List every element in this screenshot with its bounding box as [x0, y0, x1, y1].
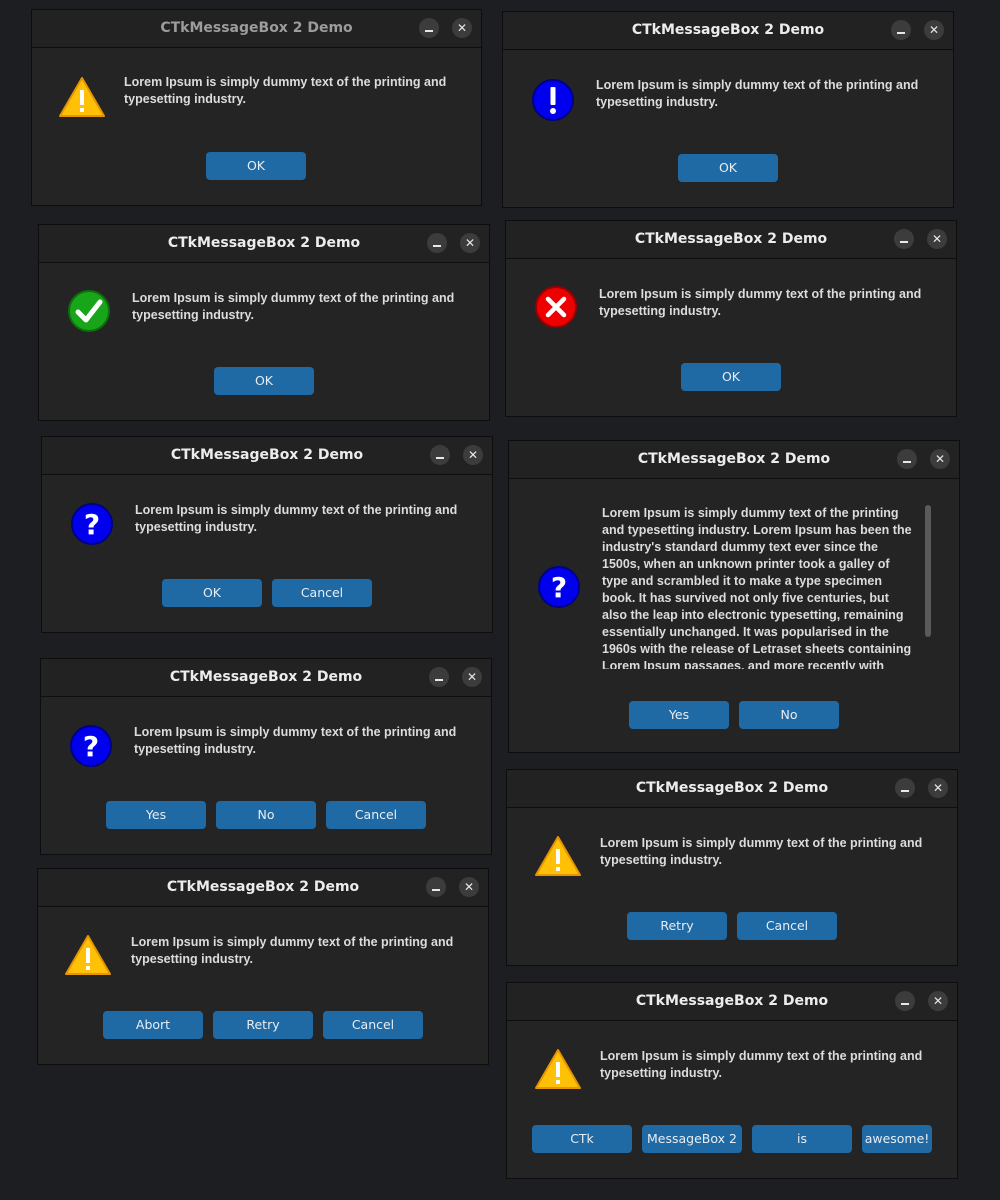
- window-title: CTkMessageBox 2 Demo: [635, 993, 829, 1009]
- warning-icon: [59, 77, 105, 117]
- svg-text:?: ?: [84, 508, 100, 541]
- close-button[interactable]: ✕: [930, 449, 950, 469]
- close-button[interactable]: ✕: [928, 778, 948, 798]
- message-dialog: CTkMessageBox 2 Demo ✕ ? Lorem Ipsum is …: [508, 440, 960, 753]
- dialog-message: Lorem Ipsum is simply dummy text of the …: [600, 836, 923, 867]
- no-button[interactable]: No: [739, 701, 839, 729]
- close-button[interactable]: ✕: [459, 877, 479, 897]
- ok-button[interactable]: OK: [681, 363, 781, 391]
- dialog-message: Lorem Ipsum is simply dummy text of the …: [599, 287, 922, 318]
- ok-button[interactable]: OK: [162, 579, 262, 607]
- window-title: CTkMessageBox 2 Demo: [634, 231, 828, 247]
- title-bar[interactable]: CTkMessageBox 2 Demo ✕: [32, 10, 481, 48]
- warning-icon: [535, 836, 581, 876]
- retry-button[interactable]: Retry: [213, 1011, 313, 1039]
- minimize-button[interactable]: [426, 877, 446, 897]
- minimize-button[interactable]: [430, 445, 450, 465]
- close-button[interactable]: ✕: [460, 233, 480, 253]
- message-dialog: CTkMessageBox 2 Demo ✕ Lorem Ipsum is si…: [37, 868, 489, 1065]
- dialog-message: Lorem Ipsum is simply dummy text of the …: [135, 503, 458, 534]
- warning-icon: [65, 935, 111, 975]
- question-icon: ?: [538, 566, 580, 608]
- close-button[interactable]: ✕: [463, 445, 483, 465]
- awesome-button[interactable]: awesome!: [862, 1125, 932, 1153]
- window-title: CTkMessageBox 2 Demo: [160, 20, 353, 36]
- minimize-button[interactable]: [894, 229, 914, 249]
- dialog-message: Lorem Ipsum is simply dummy text of the …: [134, 725, 457, 756]
- minimize-button[interactable]: [427, 233, 447, 253]
- cancel-button[interactable]: Cancel: [323, 1011, 423, 1039]
- dialog-message: Lorem Ipsum is simply dummy text of the …: [124, 75, 447, 106]
- message-dialog: CTkMessageBox 2 Demo ✕ Lorem Ipsum is si…: [502, 11, 954, 208]
- question-icon: ?: [70, 725, 112, 767]
- messagebox-button[interactable]: MessageBox 2: [642, 1125, 742, 1153]
- check-icon: [68, 290, 110, 332]
- title-bar[interactable]: CTkMessageBox 2 Demo ✕: [42, 437, 492, 475]
- window-title: CTkMessageBox 2 Demo: [635, 780, 829, 796]
- message-dialog: CTkMessageBox 2 Demo ✕ Lorem Ipsum is si…: [505, 220, 957, 417]
- yes-button[interactable]: Yes: [629, 701, 729, 729]
- title-bar[interactable]: CTkMessageBox 2 Demo ✕: [41, 659, 491, 697]
- minimize-button[interactable]: [419, 18, 439, 38]
- dialog-message: Lorem Ipsum is simply dummy text of the …: [132, 291, 455, 322]
- close-button[interactable]: ✕: [924, 20, 944, 40]
- ctk-button[interactable]: CTk: [532, 1125, 632, 1153]
- question-icon: ?: [71, 503, 113, 545]
- svg-text:?: ?: [551, 571, 567, 604]
- svg-text:?: ?: [83, 730, 99, 763]
- message-scroll-area[interactable]: Lorem Ipsum is simply dummy text of the …: [602, 505, 920, 669]
- dialog-message: Lorem Ipsum is simply dummy text of the …: [600, 1049, 923, 1080]
- title-bar[interactable]: CTkMessageBox 2 Demo ✕: [507, 983, 957, 1021]
- retry-button[interactable]: Retry: [627, 912, 727, 940]
- dialog-message: Lorem Ipsum is simply dummy text of the …: [602, 506, 912, 669]
- close-button[interactable]: ✕: [462, 667, 482, 687]
- window-title: CTkMessageBox 2 Demo: [637, 451, 831, 467]
- window-title: CTkMessageBox 2 Demo: [170, 447, 364, 463]
- ok-button[interactable]: OK: [678, 154, 778, 182]
- minimize-button[interactable]: [891, 20, 911, 40]
- yes-button[interactable]: Yes: [106, 801, 206, 829]
- close-button[interactable]: ✕: [927, 229, 947, 249]
- title-bar[interactable]: CTkMessageBox 2 Demo ✕: [503, 12, 953, 50]
- error-icon: [535, 286, 577, 328]
- ok-button[interactable]: OK: [206, 152, 306, 180]
- message-dialog: CTkMessageBox 2 Demo ✕ Lorem Ipsum is si…: [506, 769, 958, 966]
- is-button[interactable]: is: [752, 1125, 852, 1153]
- ok-button[interactable]: OK: [214, 367, 314, 395]
- minimize-button[interactable]: [429, 667, 449, 687]
- cancel-button[interactable]: Cancel: [326, 801, 426, 829]
- abort-button[interactable]: Abort: [103, 1011, 203, 1039]
- close-button[interactable]: ✕: [452, 18, 472, 38]
- dialog-message: Lorem Ipsum is simply dummy text of the …: [596, 78, 919, 109]
- window-title: CTkMessageBox 2 Demo: [631, 22, 825, 38]
- message-dialog: CTkMessageBox 2 Demo ✕ Lorem Ipsum is si…: [31, 9, 482, 206]
- title-bar[interactable]: CTkMessageBox 2 Demo ✕: [506, 221, 956, 259]
- message-dialog: CTkMessageBox 2 Demo ✕ ? Lorem Ipsum is …: [41, 436, 493, 633]
- window-title: CTkMessageBox 2 Demo: [167, 235, 361, 251]
- dialog-message: Lorem Ipsum is simply dummy text of the …: [131, 935, 454, 966]
- message-dialog: CTkMessageBox 2 Demo ✕ ? Lorem Ipsum is …: [40, 658, 492, 855]
- window-title: CTkMessageBox 2 Demo: [166, 879, 360, 895]
- minimize-button[interactable]: [897, 449, 917, 469]
- title-bar[interactable]: CTkMessageBox 2 Demo ✕: [38, 869, 488, 907]
- title-bar[interactable]: CTkMessageBox 2 Demo ✕: [507, 770, 957, 808]
- close-button[interactable]: ✕: [928, 991, 948, 1011]
- window-title: CTkMessageBox 2 Demo: [169, 669, 363, 685]
- no-button[interactable]: No: [216, 801, 316, 829]
- cancel-button[interactable]: Cancel: [272, 579, 372, 607]
- minimize-button[interactable]: [895, 991, 915, 1011]
- minimize-button[interactable]: [895, 778, 915, 798]
- message-dialog: CTkMessageBox 2 Demo ✕ Lorem Ipsum is si…: [38, 224, 490, 421]
- scrollbar[interactable]: [925, 505, 931, 637]
- title-bar[interactable]: CTkMessageBox 2 Demo ✕: [39, 225, 489, 263]
- title-bar[interactable]: CTkMessageBox 2 Demo ✕: [509, 441, 959, 479]
- cancel-button[interactable]: Cancel: [737, 912, 837, 940]
- warning-icon: [535, 1049, 581, 1089]
- info-icon: [532, 79, 574, 121]
- message-dialog: CTkMessageBox 2 Demo ✕ Lorem Ipsum is si…: [506, 982, 958, 1179]
